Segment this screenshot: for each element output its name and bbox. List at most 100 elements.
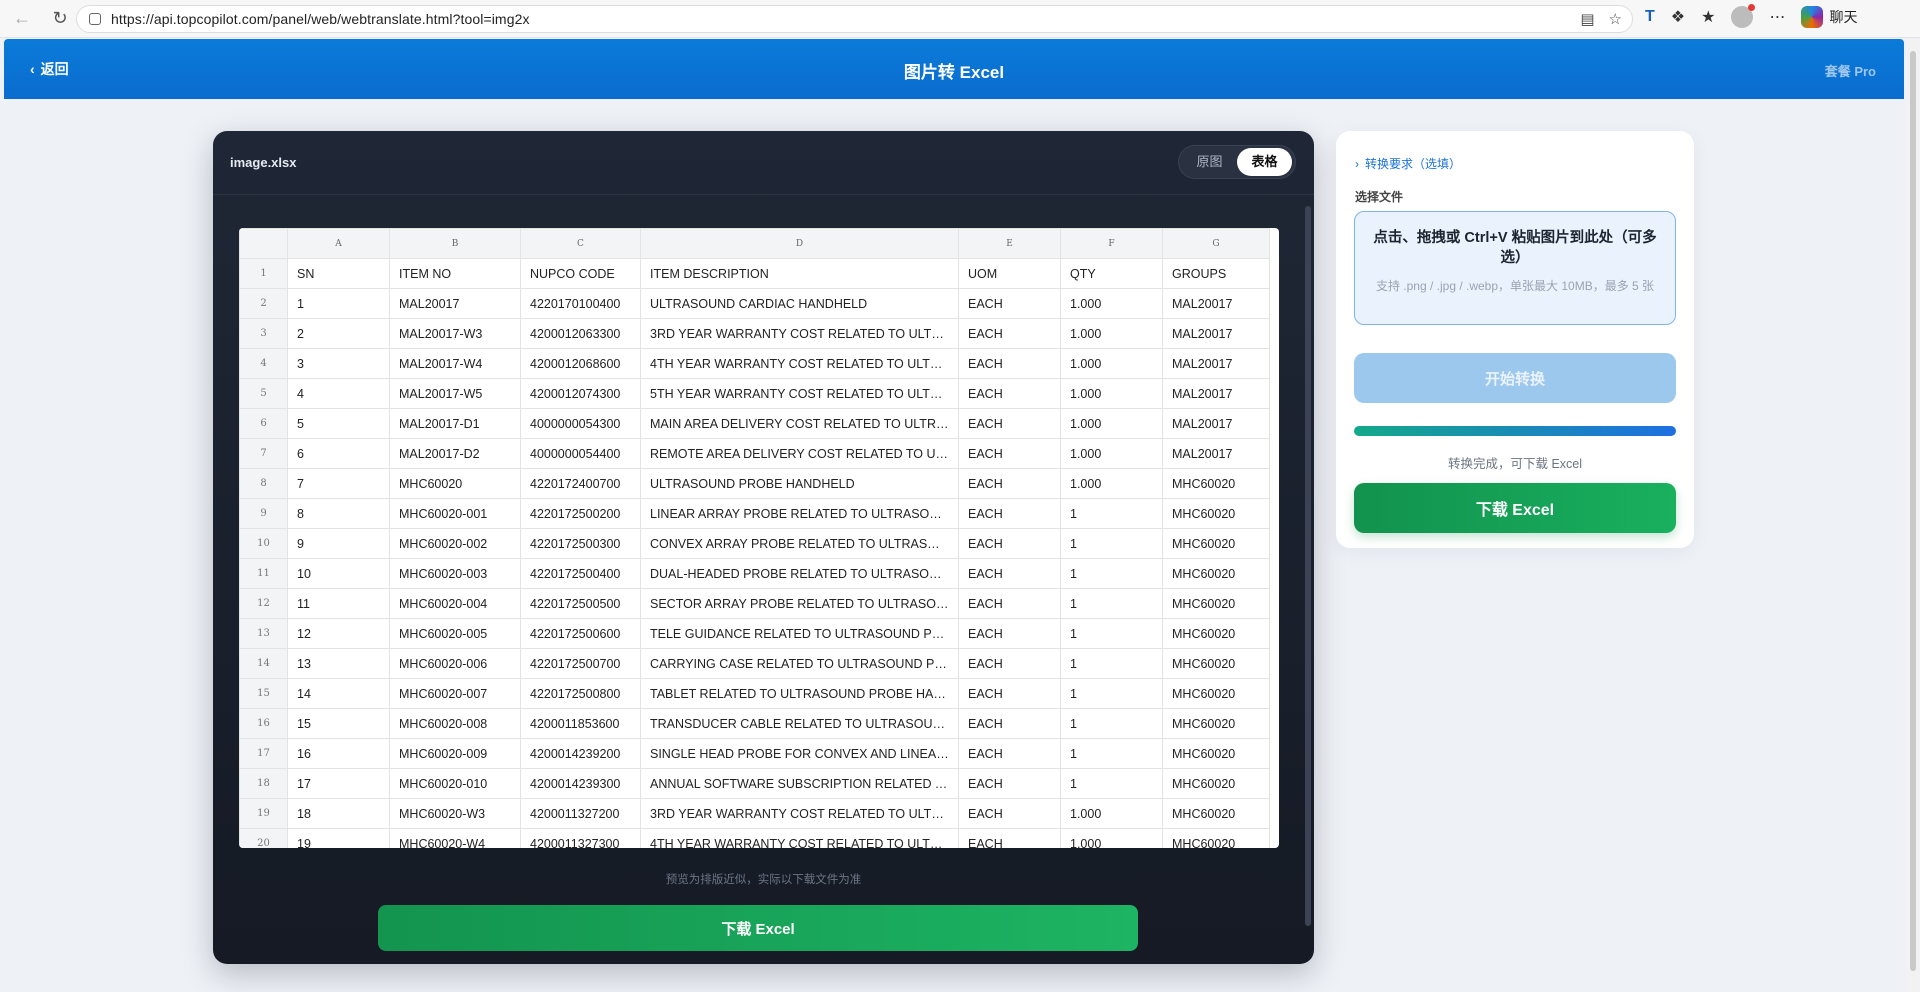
table-cell[interactable]: MHC60020-008	[389, 708, 521, 739]
table-cell[interactable]: MHC60020-009	[389, 738, 521, 769]
table-cell[interactable]: MAL20017	[1162, 408, 1270, 439]
table-cell[interactable]: 1	[1060, 588, 1163, 619]
table-cell[interactable]: MHC60020	[1162, 768, 1270, 799]
table-cell[interactable]: MAL20017	[1162, 318, 1270, 349]
favorite-star-icon[interactable]: ☆	[1609, 10, 1622, 28]
table-cell[interactable]: 2	[287, 318, 390, 349]
table-cell[interactable]: 1.000	[1060, 378, 1163, 409]
page-scrollbar[interactable]	[1906, 39, 1920, 992]
table-cell[interactable]: LINEAR ARRAY PROBE RELATED TO ULTRASOUND…	[640, 498, 959, 529]
table-cell[interactable]: EACH	[958, 798, 1061, 829]
table-cell[interactable]: 7	[287, 468, 390, 499]
table-cell[interactable]: 10	[287, 558, 390, 589]
table-cell[interactable]: MAL20017	[389, 288, 521, 319]
table-cell[interactable]: 4200012068600	[520, 348, 641, 379]
file-dropzone[interactable]: 点击、拖拽或 Ctrl+V 粘贴图片到此处（可多选） 支持 .png / .jp…	[1354, 211, 1676, 325]
table-cell[interactable]: 4TH YEAR WARRANTY COST RELATED TO ULTRAS…	[640, 828, 959, 848]
table-cell[interactable]: 1	[1060, 738, 1163, 769]
table-cell[interactable]: EACH	[958, 828, 1061, 848]
table-cell[interactable]: 1.000	[1060, 798, 1163, 829]
table-cell[interactable]: EACH	[958, 768, 1061, 799]
table-cell[interactable]: 4220172500700	[520, 648, 641, 679]
table-cell[interactable]: 18	[287, 798, 390, 829]
table-cell[interactable]: MHC60020-W3	[389, 798, 521, 829]
table-cell[interactable]: MHC60020	[1162, 558, 1270, 589]
table-cell[interactable]: TRANSDUCER CABLE RELATED TO ULTRASOUND .…	[640, 708, 959, 739]
view-toggle[interactable]: 原图 表格	[1178, 145, 1296, 179]
requirements-toggle[interactable]: › 转换要求（选填）	[1355, 155, 1461, 172]
plan-badge[interactable]: 套餐 Pro	[1825, 61, 1876, 80]
table-cell[interactable]: MHC60020	[1162, 708, 1270, 739]
download-excel-side-button[interactable]: 下载 Excel	[1354, 483, 1676, 533]
table-cell[interactable]: MAL20017	[1162, 438, 1270, 469]
toggle-original[interactable]: 原图	[1182, 148, 1237, 176]
table-cell[interactable]: MHC60020	[1162, 798, 1270, 829]
table-cell[interactable]: MAL20017-D2	[389, 438, 521, 469]
table-cell[interactable]: 1	[1060, 708, 1163, 739]
table-cell[interactable]: MHC60020-004	[389, 588, 521, 619]
translate-icon[interactable]: T	[1645, 8, 1655, 26]
table-cell[interactable]: EACH	[958, 408, 1061, 439]
table-cell[interactable]: EACH	[958, 648, 1061, 679]
table-cell[interactable]: EACH	[958, 468, 1061, 499]
table-cell[interactable]: EACH	[958, 438, 1061, 469]
table-cell[interactable]: 3	[287, 348, 390, 379]
table-cell[interactable]: MHC60020	[1162, 498, 1270, 529]
table-cell[interactable]: 1	[1060, 558, 1163, 589]
table-cell[interactable]: MAL20017	[1162, 378, 1270, 409]
table-cell[interactable]: MHC60020	[1162, 678, 1270, 709]
table-cell[interactable]: 12	[287, 618, 390, 649]
table-cell[interactable]: 4	[287, 378, 390, 409]
table-cell[interactable]: CONVEX ARRAY PROBE RELATED TO ULTRASOUN.…	[640, 528, 959, 559]
table-cell[interactable]: 4200014239200	[520, 738, 641, 769]
table-cell[interactable]: 1.000	[1060, 438, 1163, 469]
table-cell[interactable]: MHC60020	[1162, 528, 1270, 559]
table-cell[interactable]: 4220172500500	[520, 588, 641, 619]
table-cell[interactable]: MHC60020	[1162, 828, 1270, 848]
spreadsheet-preview[interactable]: A B C D E F G 1 SN ITEM NO NUPCO CODE ITEM D…	[239, 228, 1279, 848]
table-cell[interactable]: 4000000054400	[520, 438, 641, 469]
table-cell[interactable]: MHC60020	[1162, 618, 1270, 649]
table-cell[interactable]: 1.000	[1060, 408, 1163, 439]
table-cell[interactable]: 4220172500400	[520, 558, 641, 589]
table-cell[interactable]: EACH	[958, 528, 1061, 559]
table-cell[interactable]: 3RD YEAR WARRANTY COST RELATED TO ULTRAS…	[640, 318, 959, 349]
table-cell[interactable]: MHC60020	[1162, 468, 1270, 499]
table-cell[interactable]: MAL20017	[1162, 348, 1270, 379]
reload-icon[interactable]: ↻	[46, 5, 74, 33]
table-cell[interactable]: MAL20017-W3	[389, 318, 521, 349]
table-cell[interactable]: EACH	[958, 618, 1061, 649]
table-cell[interactable]: SECTOR ARRAY PROBE RELATED TO ULTRASOUN.…	[640, 588, 959, 619]
table-cell[interactable]: 8	[287, 498, 390, 529]
table-cell[interactable]: SINGLE HEAD PROBE FOR CONVEX AND LINEAR …	[640, 738, 959, 769]
table-cell[interactable]: 4200014239300	[520, 768, 641, 799]
table-cell[interactable]: 4220172500300	[520, 528, 641, 559]
table-cell[interactable]: 1	[1060, 618, 1163, 649]
table-cell[interactable]: 9	[287, 528, 390, 559]
table-cell[interactable]: MAL20017-W4	[389, 348, 521, 379]
table-cell[interactable]: MHC60020	[1162, 648, 1270, 679]
table-cell[interactable]: EACH	[958, 588, 1061, 619]
extensions-icon[interactable]: ❖	[1671, 7, 1685, 27]
site-info-icon[interactable]	[89, 13, 101, 25]
table-cell[interactable]: GROUPS	[1162, 258, 1270, 289]
table-cell[interactable]: 13	[287, 648, 390, 679]
table-cell[interactable]: EACH	[958, 558, 1061, 589]
table-cell[interactable]: MHC60020-005	[389, 618, 521, 649]
start-convert-button[interactable]: 开始转换	[1354, 353, 1676, 403]
table-cell[interactable]: MAL20017-W5	[389, 378, 521, 409]
table-cell[interactable]: MHC60020-W4	[389, 828, 521, 848]
copilot-button[interactable]: 聊天	[1801, 6, 1857, 28]
table-cell[interactable]: MHC60020-010	[389, 768, 521, 799]
table-cell[interactable]: MHC60020	[1162, 588, 1270, 619]
table-cell[interactable]: 4220172400700	[520, 468, 641, 499]
table-cell[interactable]: MHC60020	[389, 468, 521, 499]
table-cell[interactable]: ULTRASOUND CARDIAC HANDHELD	[640, 288, 959, 319]
table-cell[interactable]: 1	[1060, 678, 1163, 709]
table-cell[interactable]: EACH	[958, 318, 1061, 349]
table-cell[interactable]: 4220172500200	[520, 498, 641, 529]
table-cell[interactable]: 1	[1060, 768, 1163, 799]
table-cell[interactable]: EACH	[958, 678, 1061, 709]
table-cell[interactable]: 1.000	[1060, 468, 1163, 499]
table-cell[interactable]: ITEM NO	[389, 258, 521, 289]
